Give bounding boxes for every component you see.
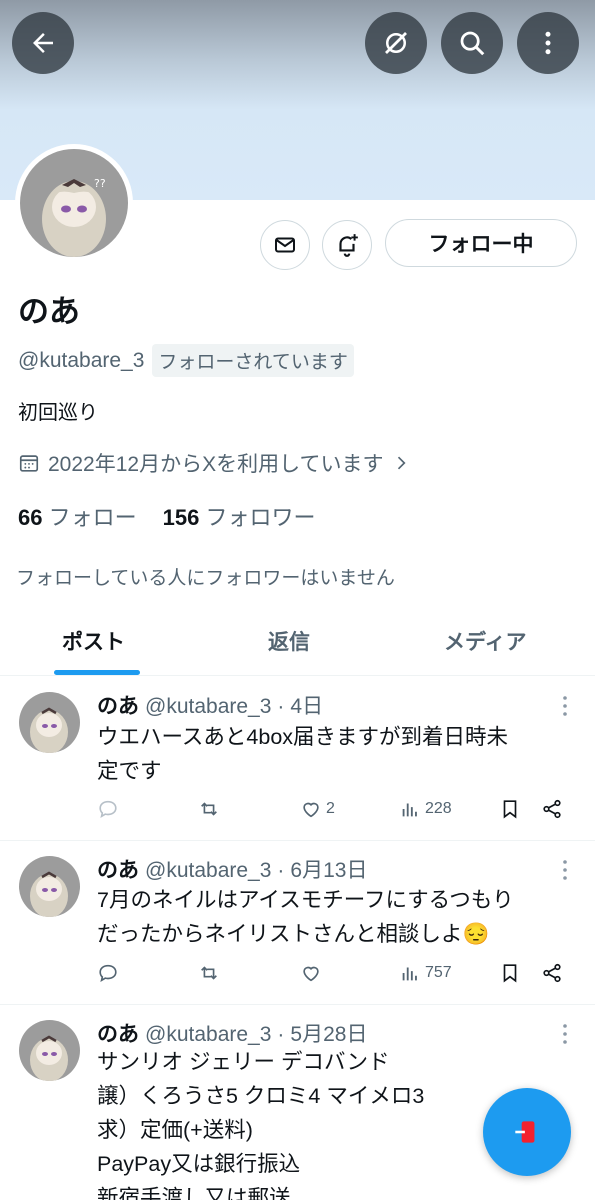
share-button[interactable] <box>541 798 563 820</box>
followers-count: 156 <box>162 505 200 530</box>
tab-replies[interactable]: 返信 <box>268 626 310 656</box>
views-count: 228 <box>425 800 452 817</box>
post-author-handle[interactable]: @kutabare_3 <box>145 695 271 719</box>
views-icon <box>402 803 417 817</box>
message-button[interactable] <box>260 220 310 270</box>
profile-avatar[interactable]: ?? <box>15 144 133 262</box>
repost-icon <box>201 966 217 980</box>
reply-button[interactable] <box>97 962 119 984</box>
following-button[interactable]: フォロー中 <box>385 219 577 267</box>
mail-icon <box>275 237 295 253</box>
like-button[interactable]: 2 <box>300 798 335 820</box>
post-text: ウエハースあと4box届きますが到着日時未 定です <box>97 725 509 783</box>
tab-posts[interactable]: ポスト <box>62 626 125 656</box>
post-author-handle[interactable]: @kutabare_3 <box>145 859 271 883</box>
repost-button[interactable] <box>198 962 220 984</box>
post-more-icon[interactable] <box>556 858 574 882</box>
reply-button[interactable] <box>97 798 119 820</box>
more-button[interactable] <box>517 12 579 74</box>
handle-row: @kutabare_3 フォローされています <box>18 344 354 377</box>
following-label: フォロー <box>48 505 137 530</box>
following-count: 66 <box>18 505 43 530</box>
post-author-handle[interactable]: @kutabare_3 <box>145 1023 271 1047</box>
bookmark-icon <box>503 800 517 819</box>
post-author-name[interactable]: のあ <box>97 854 139 884</box>
profile-handle: @kutabare_3 <box>18 348 145 372</box>
back-button[interactable] <box>12 12 74 74</box>
post-more-icon[interactable] <box>556 1022 574 1046</box>
grok-button[interactable] <box>365 12 427 74</box>
tab-media[interactable]: メディア <box>444 626 527 656</box>
compose-icon <box>515 1121 535 1143</box>
repost-icon <box>201 802 217 816</box>
post-item[interactable]: のあ @kutabare_3 · 6月13日 7月のネイルはアイスモチーフにする… <box>0 841 595 1005</box>
post-header: のあ @kutabare_3 · 6月13日 <box>97 854 367 884</box>
compose-button[interactable] <box>483 1088 571 1176</box>
like-count: 2 <box>326 800 335 817</box>
views-icon <box>402 967 417 981</box>
followers-count-link[interactable]: 156 フォロワー <box>163 500 316 532</box>
bookmark-button[interactable] <box>499 798 521 820</box>
avatar-image: ?? <box>20 149 128 257</box>
profile-name: のあ <box>18 294 80 329</box>
post-item[interactable]: のあ @kutabare_3 · 4日 ウエハースあと4box届きますが到着日時… <box>0 676 595 841</box>
mutual-followers-text: フォローしている人にフォロワーはいません <box>16 568 395 589</box>
share-button[interactable] <box>541 962 563 984</box>
follow-counts: 66 フォロー 156 フォロワー <box>18 500 315 532</box>
calendar-icon <box>19 455 39 472</box>
grok-icon <box>385 32 407 54</box>
post-time[interactable]: 4日 <box>290 690 323 720</box>
post-actions: 2 228 <box>97 798 577 828</box>
post-header: のあ @kutabare_3 · 4日 <box>97 690 323 720</box>
bookmark-icon <box>503 964 517 983</box>
post-time[interactable]: 6月13日 <box>290 854 367 884</box>
bell-plus-icon <box>339 234 358 257</box>
more-vertical-icon <box>545 31 551 55</box>
like-button[interactable] <box>300 962 326 984</box>
post-header: のあ @kutabare_3 · 5月28日 <box>97 1018 367 1048</box>
search-button[interactable] <box>441 12 503 74</box>
heart-icon <box>303 802 319 818</box>
profile-tabs: ポスト 返信 メディア <box>0 612 595 676</box>
post-avatar[interactable] <box>19 1020 80 1081</box>
chevron-right-icon <box>398 456 406 470</box>
post-avatar[interactable] <box>19 692 80 753</box>
post-author-name[interactable]: のあ <box>97 1018 139 1048</box>
views-count: 757 <box>425 964 452 981</box>
bookmark-button[interactable] <box>499 962 521 984</box>
notify-button[interactable] <box>322 220 372 270</box>
views-button[interactable]: 757 <box>399 962 452 984</box>
post-actions: 757 <box>97 962 577 992</box>
joined-date[interactable]: 2022年12月からXを利用しています <box>18 448 411 478</box>
post-author-name[interactable]: のあ <box>97 690 139 720</box>
post-more-icon[interactable] <box>556 694 574 718</box>
heart-icon <box>303 966 319 982</box>
post-text: 7月のネイルはアイスモチーフにするつもり だったからネイリストさんと相談しよ😔 <box>97 888 514 946</box>
profile-bio: 初回巡り <box>18 402 98 424</box>
svg-text:??: ?? <box>94 177 106 190</box>
following-count-link[interactable]: 66 フォロー <box>18 500 137 532</box>
active-tab-indicator <box>54 670 140 675</box>
arrow-left-icon <box>33 33 53 53</box>
share-icon <box>543 799 561 819</box>
views-button[interactable]: 228 <box>399 798 452 820</box>
post-avatar[interactable] <box>19 856 80 917</box>
joined-text: 2022年12月からXを利用しています <box>48 453 384 476</box>
search-icon <box>460 31 485 56</box>
follows-you-badge: フォローされています <box>152 344 354 377</box>
post-time[interactable]: 5月28日 <box>290 1018 367 1048</box>
reply-icon <box>99 964 117 983</box>
reply-icon <box>99 800 117 819</box>
share-icon <box>543 963 561 983</box>
followers-label: フォロワー <box>205 505 316 530</box>
repost-button[interactable] <box>198 798 220 820</box>
